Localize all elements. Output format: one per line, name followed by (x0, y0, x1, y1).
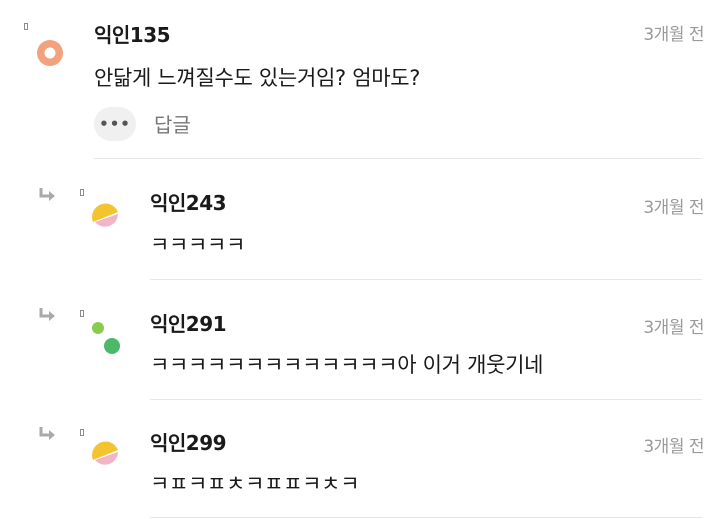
comment-time: 3개월 전 (643, 25, 704, 45)
reply-time: 3개월 전 (643, 198, 704, 218)
avatar (89, 202, 123, 236)
marker-icon (80, 429, 84, 436)
divider (150, 399, 702, 400)
more-options-button[interactable]: ••• (94, 107, 136, 141)
divider (150, 279, 702, 280)
reply-author: 익인299 (150, 431, 227, 455)
green-dots-avatar-icon (92, 322, 120, 354)
reply-text: ㅋㅍㅋㅍㅊㅋㅍㅍㅋㅊㅋ (150, 472, 360, 496)
reply-arrow-icon (38, 307, 56, 323)
divider (94, 158, 702, 159)
reply-arrow-icon (38, 426, 56, 442)
comment-text: 안닮게 느껴질수도 있는거임? 엄마도? (94, 66, 421, 90)
marker-icon (24, 23, 28, 30)
reply-author: 익인291 (150, 312, 227, 336)
reply-author: 익인243 (150, 191, 227, 215)
reply-text: ㅋㅋㅋㅋㅋㅋㅋㅋㅋㅋㅋㅋㅋ아 이거 개웃기네 (150, 353, 544, 377)
reply-button[interactable]: 답글 (154, 109, 191, 138)
marker-icon (80, 310, 84, 317)
more-icon: ••• (99, 115, 131, 133)
orange-ring-avatar-icon (37, 40, 63, 66)
yellow-pink-circle-avatar-icon (92, 203, 118, 227)
marker-icon (80, 189, 84, 196)
reply-text: ㅋㅋㅋㅋㅋ (150, 233, 246, 257)
reply-arrow-icon (38, 187, 56, 203)
divider (150, 517, 702, 518)
avatar (88, 318, 124, 358)
reply-time: 3개월 전 (643, 318, 704, 338)
avatar (89, 440, 123, 474)
yellow-pink-circle-avatar-icon (92, 441, 118, 465)
avatar (35, 38, 65, 68)
comment-author: 익인135 (94, 23, 171, 47)
reply-time: 3개월 전 (643, 437, 704, 457)
